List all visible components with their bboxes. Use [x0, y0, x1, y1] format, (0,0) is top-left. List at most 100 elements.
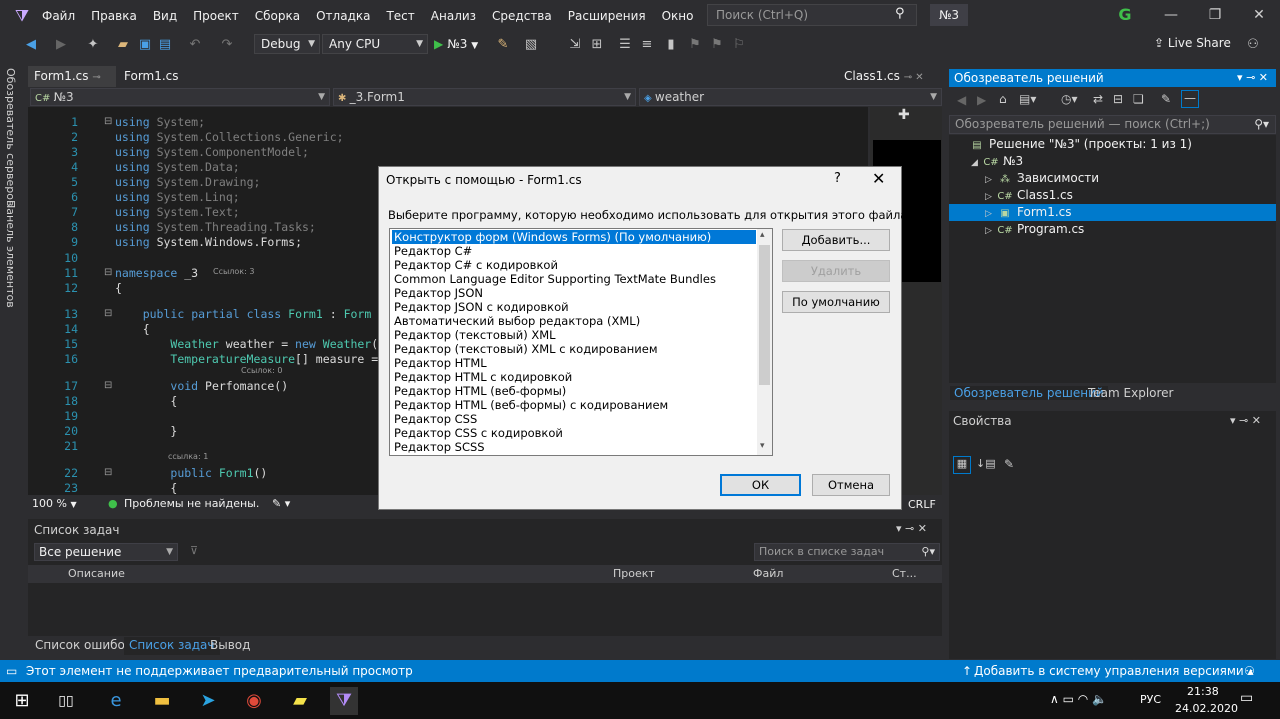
toolbox-tab[interactable]: Панель элементов: [4, 200, 17, 308]
panel-controls-icon[interactable]: ▾ ⊸ ✕: [1230, 414, 1261, 427]
quick-launch-search-input[interactable]: Поиск (Ctrl+Q): [707, 4, 917, 26]
property-pages-icon[interactable]: ✎: [1004, 457, 1014, 471]
member-navigation-select[interactable]: ◈ weather ▼: [639, 88, 942, 106]
windows-start-icon[interactable]: ⊞: [8, 687, 36, 715]
visual-studio-logo-icon[interactable]: ⧩: [12, 6, 32, 26]
code-line[interactable]: 3 using System.ComponentModel;: [28, 145, 868, 160]
remove-program-button[interactable]: Удалить: [782, 260, 890, 282]
program-list-item[interactable]: Редактор CSS: [392, 412, 756, 426]
solution-search-input[interactable]: Обозреватель решений — поиск (Ctrl+;) ⚲▾: [949, 115, 1276, 134]
new-project-icon[interactable]: ✦: [84, 36, 102, 54]
zoom-level-select[interactable]: 100 % ▼: [32, 497, 77, 510]
menu-item-4[interactable]: Сборка: [247, 9, 308, 23]
program-list-scroll-thumb[interactable]: [759, 245, 770, 385]
categorized-icon[interactable]: ▦: [953, 456, 971, 474]
help-button[interactable]: ?: [834, 171, 841, 186]
hot-reload-icon[interactable]: ▧: [522, 36, 540, 54]
task-search-input[interactable]: Поиск в списке задач ⚲▾: [754, 543, 940, 561]
set-default-button[interactable]: По умолчанию: [782, 291, 890, 313]
step-icon[interactable]: ⇲: [566, 36, 584, 54]
tab-form1-design[interactable]: Form1.cs: [118, 66, 179, 87]
menu-item-8[interactable]: Средства: [484, 9, 560, 23]
tree-item[interactable]: ▷ ▣ Form1.cs: [949, 204, 1276, 221]
solution-platform-select[interactable]: Any CPU ▼: [322, 34, 428, 54]
home-icon[interactable]: ⌂: [999, 92, 1007, 106]
properties-icon[interactable]: ✎: [1161, 92, 1171, 106]
program-list-item[interactable]: Редактор HTML: [392, 356, 756, 370]
file-explorer-icon[interactable]: ▬: [148, 687, 176, 715]
open-folder-icon[interactable]: ▰: [114, 36, 132, 54]
switch-view-icon[interactable]: ▤▾: [1019, 92, 1036, 106]
user-avatar[interactable]: G: [1114, 4, 1136, 26]
redo-icon[interactable]: ↷: [218, 36, 236, 54]
program-list-item[interactable]: Common Language Editor Supporting TextMa…: [392, 272, 756, 286]
sticky-notes-icon[interactable]: ▰: [286, 687, 314, 715]
close-window-icon[interactable]: ✕: [1238, 0, 1280, 31]
undo-icon[interactable]: ↶: [186, 36, 204, 54]
menu-item-10[interactable]: Окно: [654, 9, 702, 23]
tree-item[interactable]: ▷ ⁂ Зависимости: [949, 170, 1276, 187]
input-language[interactable]: РУС: [1140, 693, 1161, 706]
telegram-icon[interactable]: ➤: [194, 687, 222, 715]
program-list-item[interactable]: Редактор C# с кодировкой: [392, 258, 756, 272]
column-project[interactable]: Проект: [613, 567, 655, 580]
cancel-button[interactable]: Отмена: [812, 474, 890, 496]
back-icon[interactable]: ◀: [957, 93, 966, 107]
split-editor-icon[interactable]: ✚: [898, 107, 910, 123]
type-navigation-select[interactable]: ✱ _3.Form1 ▼: [333, 88, 636, 106]
program-list-item[interactable]: Редактор JSON: [392, 286, 756, 300]
menu-item-2[interactable]: Вид: [145, 9, 185, 23]
system-tray-icons[interactable]: ∧ ▭ ◠ 🔈: [1050, 692, 1107, 706]
menu-item-0[interactable]: Файл: [34, 9, 83, 23]
program-list-item[interactable]: Редактор (текстовый) XML с кодированием: [392, 342, 756, 356]
add-program-button[interactable]: Добавить...: [782, 229, 890, 251]
program-list-item[interactable]: Редактор CSS с кодировкой: [392, 426, 756, 440]
server-explorer-tab[interactable]: Обозреватель серверов: [4, 68, 17, 206]
uncomment-icon[interactable]: ≡: [638, 36, 656, 54]
feedback-icon[interactable]: ⚇: [1244, 36, 1262, 54]
program-list-item[interactable]: Автоматический выбор редактора (XML): [392, 314, 756, 328]
menu-item-1[interactable]: Правка: [83, 9, 145, 23]
fold-toggle-icon[interactable]: ⊟: [104, 308, 112, 319]
code-cleanup-icon[interactable]: ✎ ▾: [272, 497, 290, 510]
codelens-references[interactable]: ссылка: 1: [168, 452, 208, 465]
clock-time[interactable]: 21:38: [1187, 685, 1219, 698]
codelens-references[interactable]: Ссылок: 0: [241, 366, 282, 379]
menu-item-9[interactable]: Расширения: [560, 9, 654, 23]
notifications-icon[interactable]: ⚇: [1244, 664, 1255, 678]
save-icon[interactable]: ▣: [136, 36, 154, 54]
program-list-item[interactable]: Редактор (текстовый) XML: [392, 328, 756, 342]
preview-selected-icon[interactable]: —: [1181, 90, 1199, 108]
live-share-button[interactable]: ⇪ Live Share: [1154, 36, 1231, 50]
menu-item-5[interactable]: Отладка: [308, 9, 378, 23]
search-icon[interactable]: ⚲: [895, 6, 905, 21]
solution-configuration-select[interactable]: Debug ▼: [254, 34, 320, 54]
program-list-item[interactable]: Редактор SCSS: [392, 440, 756, 454]
alphabetical-icon[interactable]: ↓▤: [976, 457, 996, 470]
browser-link-icon[interactable]: ✎: [494, 36, 512, 54]
action-center-icon[interactable]: ▭: [1240, 690, 1253, 706]
fold-toggle-icon[interactable]: ⊟: [104, 267, 112, 278]
edge-icon[interactable]: e: [102, 687, 130, 715]
navigate-back-icon[interactable]: ◀: [22, 36, 40, 54]
minimize-icon[interactable]: —: [1150, 0, 1192, 31]
menu-item-3[interactable]: Проект: [185, 9, 247, 23]
column-file[interactable]: Файл: [753, 567, 783, 580]
scroll-up-icon[interactable]: ▴: [760, 230, 765, 240]
expand-arrow-icon[interactable]: ▷: [985, 223, 997, 240]
task-view-icon[interactable]: ▯▯: [52, 687, 80, 715]
sync-icon[interactable]: ⇄: [1093, 92, 1103, 106]
tree-item[interactable]: ▷ C# Program.cs: [949, 221, 1276, 238]
chrome-icon[interactable]: ◉: [240, 687, 268, 715]
show-all-files-icon[interactable]: ❏: [1133, 92, 1144, 106]
fold-toggle-icon[interactable]: ⊟: [104, 380, 112, 391]
program-list-item[interactable]: Конструктор форм (Windows Forms) (По умо…: [392, 230, 756, 244]
tab-class1[interactable]: Class1.cs ⊸ ✕: [838, 66, 946, 87]
program-list-item[interactable]: Редактор JSON с кодировкой: [392, 300, 756, 314]
add-to-source-control-button[interactable]: Добавить в систему управления версиями ▴: [974, 664, 1254, 678]
dialog-close-icon[interactable]: ✕: [872, 169, 885, 188]
navigate-forward-icon[interactable]: ▶: [52, 36, 70, 54]
ok-button[interactable]: ОК: [720, 474, 801, 496]
code-line[interactable]: 2 using System.Collections.Generic;: [28, 130, 868, 145]
tab-team-explorer[interactable]: Team Explorer: [1084, 386, 1178, 400]
